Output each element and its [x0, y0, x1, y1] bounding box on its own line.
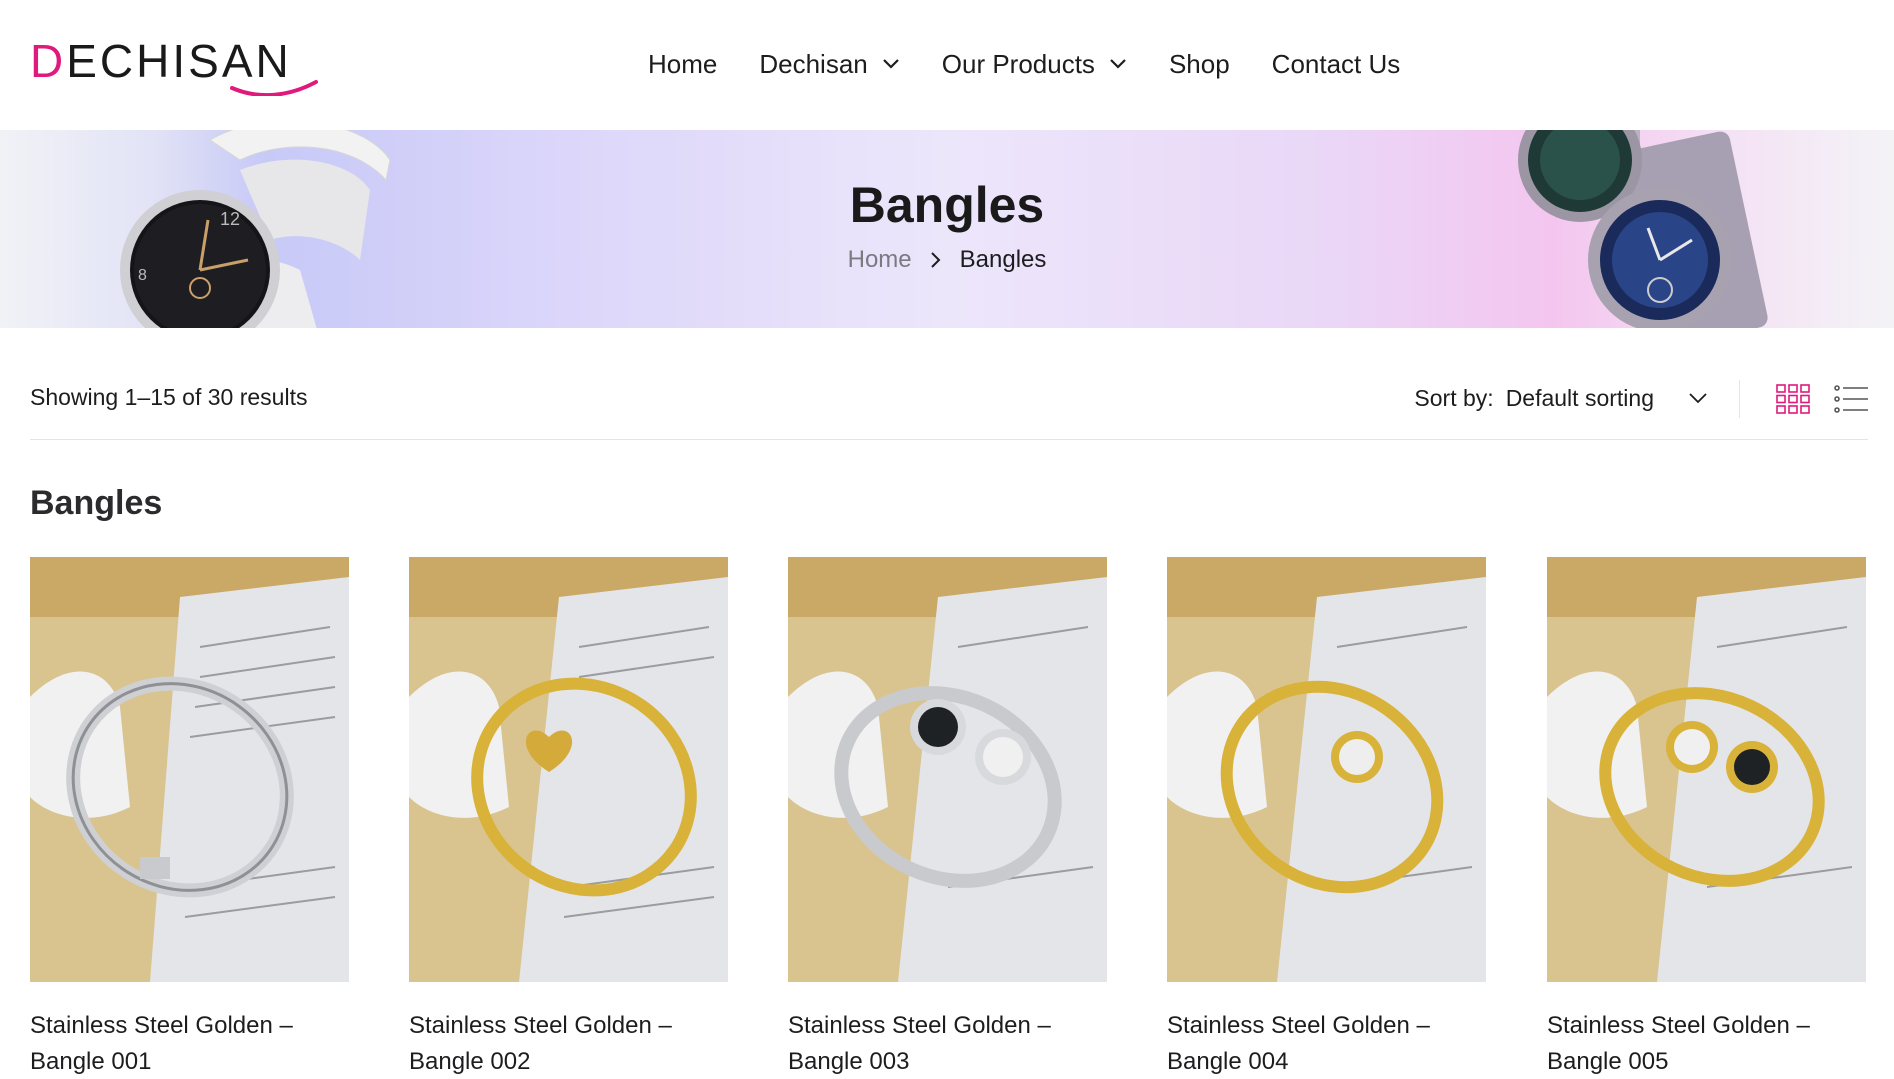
product-image[interactable]: [1167, 557, 1486, 982]
chevron-down-icon: [1689, 393, 1707, 404]
site-header: DECHISAN Home Dechisan Our Products Shop…: [0, 0, 1894, 130]
sort-dropdown[interactable]: Sort by: Default sorting: [1414, 378, 1708, 418]
section-title: Bangles: [30, 484, 163, 522]
product-title-line1: Stainless Steel Golden –: [409, 1012, 672, 1039]
product-image[interactable]: [788, 557, 1107, 982]
list-view-icon[interactable]: [1834, 384, 1868, 414]
grid-view-icon[interactable]: [1776, 384, 1810, 414]
nav-item-shop[interactable]: Shop: [1169, 49, 1230, 80]
logo-letter-e: E: [66, 35, 100, 87]
chevron-right-icon: [930, 252, 941, 268]
product-title-line1: Stainless Steel Golden –: [1547, 1012, 1810, 1039]
breadcrumb-home-link[interactable]: Home: [848, 246, 912, 274]
sort-label: Sort by:: [1414, 384, 1494, 411]
nav-item-contact-us[interactable]: Contact Us: [1272, 49, 1401, 80]
bangle-photo: [1167, 557, 1486, 982]
product-grid: Stainless Steel Golden – Bangle 001 Stai…: [30, 557, 1868, 1079]
result-count: Showing 1–15 of 30 results: [30, 384, 308, 410]
product-card[interactable]: Stainless Steel Golden – Bangle 001: [30, 557, 349, 1079]
nav-item-label: Our Products: [941, 48, 1095, 79]
page-hero-banner: 12 8 Bangles Home Bangles: [0, 130, 1894, 328]
product-title-line1: Stainless Steel Golden –: [788, 1012, 1051, 1039]
logo-letter-d: D: [30, 35, 67, 87]
bangle-photo: [1547, 557, 1866, 982]
product-title[interactable]: Stainless Steel Golden – Bangle 005: [1547, 1008, 1866, 1079]
nav-item-label: Dechisan: [759, 48, 868, 79]
logo-swoosh-icon: [230, 80, 318, 96]
product-title[interactable]: Stainless Steel Golden – Bangle 002: [409, 1008, 728, 1079]
bangle-photo: [409, 557, 728, 982]
nav-item-dechisan[interactable]: Dechisan: [759, 49, 899, 80]
toolbar-divider: [1739, 380, 1740, 418]
bangle-photo: [788, 557, 1107, 982]
product-title[interactable]: Stainless Steel Golden – Bangle 001: [30, 1008, 349, 1079]
product-title-line2: Bangle 004: [1167, 1048, 1289, 1075]
product-image[interactable]: [30, 557, 349, 982]
product-title-line2: Bangle 001: [30, 1048, 152, 1075]
product-title-line2: Bangle 003: [788, 1048, 910, 1075]
product-card[interactable]: Stainless Steel Golden – Bangle 003: [788, 557, 1107, 1079]
product-title[interactable]: Stainless Steel Golden – Bangle 004: [1167, 1008, 1486, 1079]
product-title-line2: Bangle 002: [409, 1048, 531, 1075]
site-logo[interactable]: DECHISAN: [30, 35, 318, 96]
nav-item-label: Shop: [1168, 48, 1230, 79]
product-title-line1: Stainless Steel Golden –: [30, 1012, 293, 1039]
nav-item-label: Home: [648, 48, 718, 79]
chevron-down-icon: [882, 59, 899, 69]
chevron-down-icon: [1110, 59, 1126, 69]
bangle-photo: [30, 557, 349, 982]
nav-item-label: Contact Us: [1271, 48, 1401, 79]
main-nav: Home Dechisan Our Products Shop Contact …: [648, 44, 1442, 84]
shop-toolbar: Showing 1–15 of 30 results Sort by: Defa…: [30, 360, 1868, 440]
product-title-line1: Stainless Steel Golden –: [1167, 1012, 1430, 1039]
nav-item-our-products[interactable]: Our Products: [942, 49, 1127, 80]
sort-selected-value: Default sorting: [1505, 384, 1654, 411]
product-title-line2: Bangle 005: [1547, 1048, 1669, 1075]
product-title[interactable]: Stainless Steel Golden – Bangle 003: [788, 1008, 1107, 1079]
product-card[interactable]: Stainless Steel Golden – Bangle 005: [1547, 557, 1866, 1079]
product-image[interactable]: [1547, 557, 1866, 982]
product-card[interactable]: Stainless Steel Golden – Bangle 002: [409, 557, 728, 1079]
nav-item-home[interactable]: Home: [648, 49, 717, 80]
product-card[interactable]: Stainless Steel Golden – Bangle 004: [1167, 557, 1486, 1079]
product-image[interactable]: [409, 557, 728, 982]
breadcrumb-current: Bangles: [959, 246, 1047, 273]
wristwatch-image: [1518, 130, 1768, 328]
